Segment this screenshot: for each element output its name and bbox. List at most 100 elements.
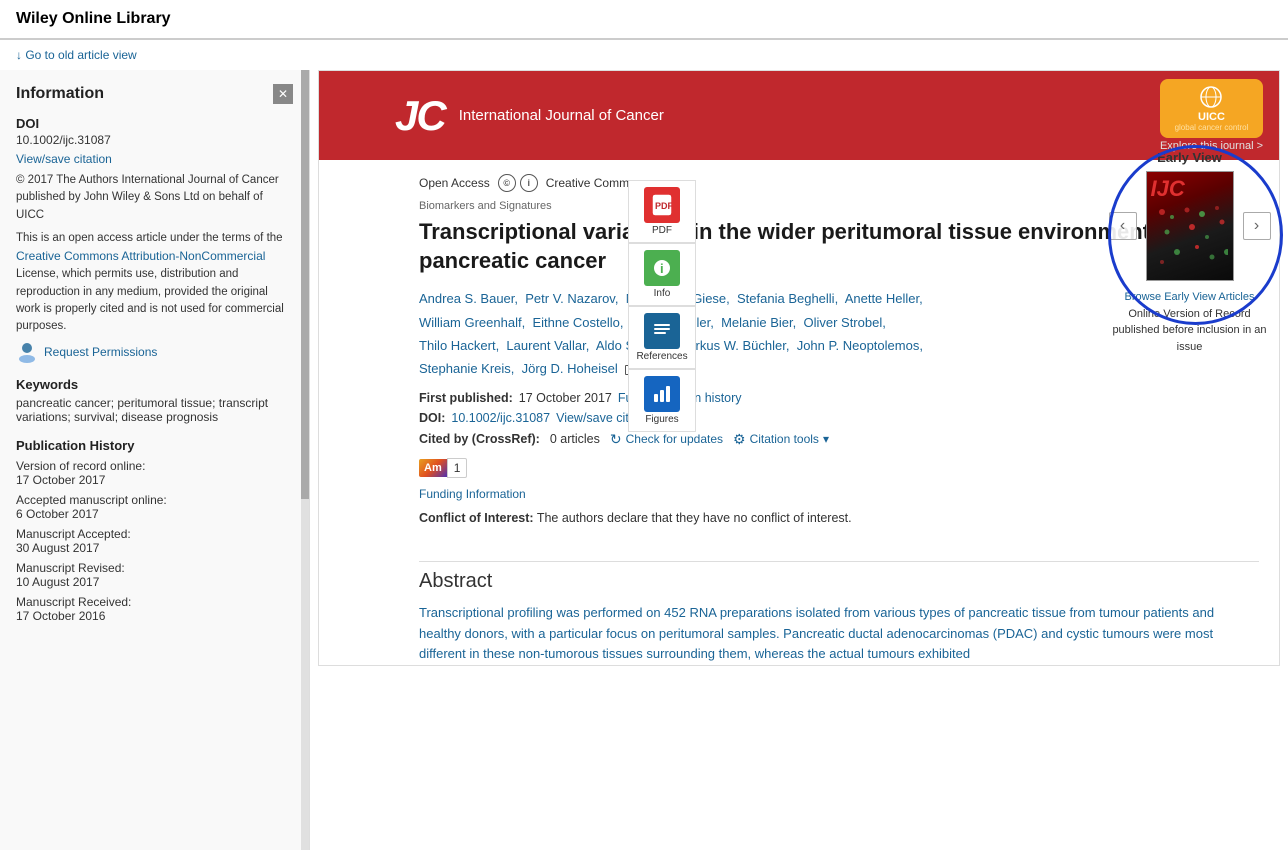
- abstract-section: Abstract Transcriptional profiling was p…: [319, 561, 1279, 665]
- prev-cover-button[interactable]: ‹: [1109, 212, 1137, 240]
- uicc-sub: global cancer control: [1175, 123, 1249, 132]
- pub-history-item: Manuscript Revised: 10 August 2017: [16, 561, 293, 589]
- first-published-label: First published:: [419, 391, 513, 405]
- figures-tool-button[interactable]: Figures: [628, 369, 696, 432]
- svg-text:i: i: [660, 261, 664, 276]
- pub-history-label: Publication History: [16, 438, 293, 453]
- cited-by-row: Cited by (CrossRef): 0 articles ↻ Check …: [419, 431, 1259, 448]
- pdf-tool-button[interactable]: PDF PDF: [628, 180, 696, 243]
- author-link[interactable]: Thilo Hackert: [419, 338, 496, 353]
- doi-label: DOI: [16, 116, 293, 131]
- pdf-icon: PDF: [652, 194, 672, 216]
- author-link[interactable]: Jörg D. Hoheisel: [522, 361, 618, 376]
- altmetric-row: Am 1: [419, 458, 1259, 478]
- cc-license-link[interactable]: Creative Commons Attribution-NonCommerci…: [16, 249, 265, 263]
- author-link[interactable]: Eithne Costello: [532, 315, 619, 330]
- cited-by-label: Cited by (CrossRef):: [419, 432, 540, 446]
- copyright-text: © 2017 The Authors International Journal…: [16, 172, 293, 224]
- altmetric-badge: Am 1: [419, 458, 467, 478]
- altmetric-am-label: Am: [419, 459, 447, 477]
- sidebar-scrollbar[interactable]: [301, 70, 309, 850]
- early-view-panel: Early View IJC: [1107, 150, 1272, 355]
- references-tool-button[interactable]: References: [628, 306, 696, 369]
- journal-logo-letters: JC: [395, 95, 445, 137]
- author-link[interactable]: John P. Neoptolemos: [797, 338, 920, 353]
- abstract-title: Abstract: [419, 570, 1259, 593]
- cover-artwork: [1152, 202, 1228, 270]
- figures-icon: [652, 384, 672, 404]
- pub-history-item: Manuscript Accepted: 30 August 2017: [16, 527, 293, 555]
- funding-information-link[interactable]: Funding Information: [419, 487, 526, 501]
- author-link[interactable]: Stefania Beghelli: [737, 291, 835, 306]
- license-text: This is an open access article under the…: [16, 230, 293, 336]
- author-link[interactable]: William Greenhalf: [419, 315, 522, 330]
- uicc-label: UICC: [1198, 111, 1225, 123]
- svg-text:PDF: PDF: [655, 201, 672, 211]
- old-article-link[interactable]: ↓ Go to old article view: [0, 40, 1288, 70]
- early-view-label: Early View: [1107, 150, 1272, 165]
- author-link[interactable]: Anette Heller: [845, 291, 919, 306]
- license-text-2: License, which permits use, distribution…: [16, 268, 284, 332]
- pub-history-item: Version of record online: 17 October 201…: [16, 459, 293, 487]
- cover-logo: IJC: [1151, 176, 1185, 202]
- info-icon: i: [652, 258, 672, 278]
- author-link[interactable]: Andrea S. Bauer: [419, 291, 514, 306]
- keywords-label: Keywords: [16, 377, 293, 392]
- references-icon: [652, 321, 672, 341]
- first-published-row: First published: 17 October 2017 Full pu…: [419, 391, 1259, 405]
- gear-icon: ⚙: [733, 431, 746, 448]
- doi-value-link[interactable]: 10.1002/ijc.31087: [451, 411, 550, 425]
- journal-cover: IJC: [1146, 171, 1234, 281]
- info-tool-button[interactable]: i Info: [628, 243, 696, 306]
- author-link[interactable]: Laurent Vallar: [506, 338, 585, 353]
- cc-icons: © i: [498, 174, 538, 192]
- view-save-citation-link[interactable]: View/save citation: [16, 152, 112, 166]
- globe-icon: [1199, 85, 1223, 109]
- dropdown-arrow-icon: ▾: [823, 432, 829, 446]
- journal-name: International Journal of Cancer: [449, 105, 674, 126]
- sidebar-title: Information: [16, 85, 104, 103]
- journal-header: JC International Journal of Cancer UICC …: [319, 71, 1279, 160]
- abstract-text: Transcriptional profiling was performed …: [419, 603, 1259, 665]
- pub-history-item: Accepted manuscript online: 6 October 20…: [16, 493, 293, 521]
- open-access-label: Open Access: [419, 176, 490, 190]
- tool-icons-panel: PDF PDF i Info: [628, 180, 696, 432]
- cc-icon: ©: [498, 174, 516, 192]
- first-published-date: 17 October 2017: [519, 391, 612, 405]
- info-label: Info: [654, 288, 671, 299]
- author-link[interactable]: Melanie Bier: [721, 315, 793, 330]
- check-updates-button[interactable]: ↻ Check for updates: [610, 431, 723, 448]
- author-link[interactable]: Petr V. Nazarov: [525, 291, 615, 306]
- doi-label-article: DOI:: [419, 411, 445, 425]
- browse-early-view-link[interactable]: Browse Early View Articles: [1124, 291, 1254, 303]
- doi-row: DOI: 10.1002/ijc.31087 View/save citatio…: [419, 411, 1259, 425]
- uicc-badge: UICC global cancer control: [1160, 79, 1263, 138]
- early-view-desc-text: Online Version of Record published befor…: [1112, 308, 1266, 353]
- content-area: PDF PDF i Info: [310, 70, 1288, 850]
- sync-icon: ↻: [610, 431, 622, 448]
- author-link[interactable]: Stephanie Kreis: [419, 361, 511, 376]
- altmetric-score: 1: [447, 458, 468, 478]
- old-article-link-text: ↓ Go to old article view: [16, 48, 137, 62]
- site-title: Wiley Online Library: [16, 10, 171, 27]
- conflict-text: The authors declare that they have no co…: [537, 511, 852, 525]
- early-view-description: Browse Early View Articles Online Versio…: [1107, 289, 1272, 355]
- citation-tools-button[interactable]: ⚙ Citation tools ▾: [733, 431, 829, 448]
- author-link[interactable]: Oliver Strobel: [803, 315, 882, 330]
- check-updates-label: Check for updates: [626, 432, 723, 446]
- conflict-row: Conflict of Interest: The authors declar…: [419, 511, 1259, 525]
- doi-value: 10.1002/ijc.31087: [16, 133, 293, 147]
- citation-tools-label: Citation tools: [750, 432, 819, 446]
- pdf-label: PDF: [652, 225, 672, 236]
- cited-by-count: 0 articles: [550, 432, 600, 446]
- information-sidebar: Information ✕ DOI 10.1002/ijc.31087 View…: [0, 70, 310, 850]
- close-sidebar-button[interactable]: ✕: [273, 84, 293, 104]
- next-cover-button[interactable]: ›: [1243, 212, 1271, 240]
- keywords-text: pancreatic cancer; peritumoral tissue; t…: [16, 396, 293, 424]
- conflict-label: Conflict of Interest:: [419, 511, 534, 525]
- pub-history-item: Manuscript Received: 17 October 2016: [16, 595, 293, 623]
- references-label: References: [636, 351, 687, 362]
- figures-label: Figures: [645, 414, 678, 425]
- request-permissions-link[interactable]: Request Permissions: [44, 345, 157, 359]
- cc-nd-icon: i: [520, 174, 538, 192]
